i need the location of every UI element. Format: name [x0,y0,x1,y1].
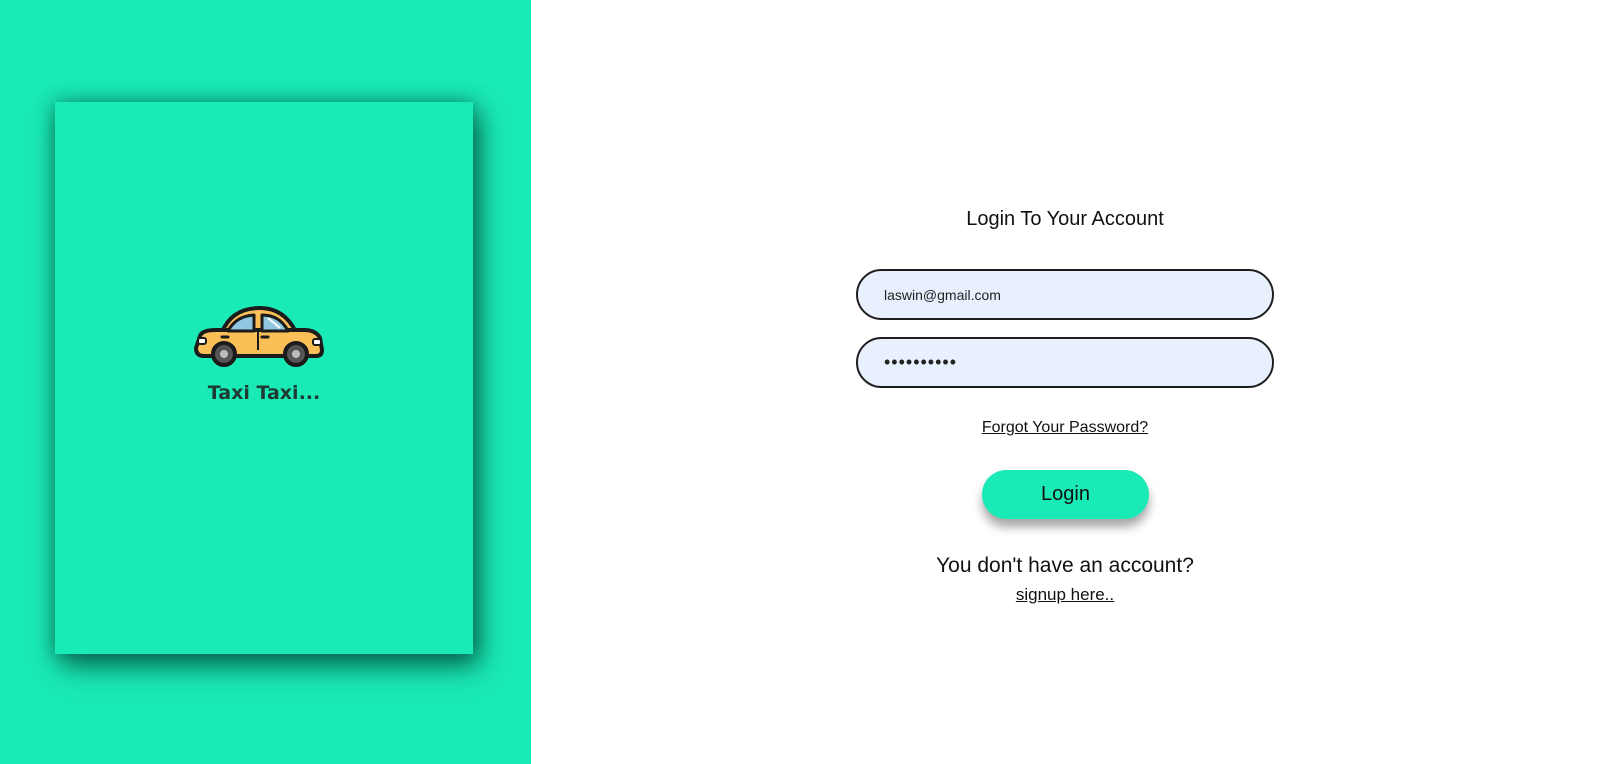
taxi-car-icon [194,306,324,367]
login-button[interactable]: Login [982,470,1149,519]
brand-panel: Taxi Taxi... [0,0,531,764]
brand-name: Taxi Taxi... [207,382,321,404]
forgot-password-link[interactable]: Forgot Your Password? [856,419,1274,437]
signup-link[interactable]: signup here.. [856,585,1274,605]
no-account-text: You don't have an account? [936,554,1194,577]
brand-card: Taxi Taxi... [55,102,473,654]
login-title: Login To Your Account [966,208,1164,230]
login-form: Login To Your Account Forgot Your Passwo… [856,0,1274,764]
email-field[interactable] [856,269,1274,320]
password-field[interactable] [856,337,1274,388]
